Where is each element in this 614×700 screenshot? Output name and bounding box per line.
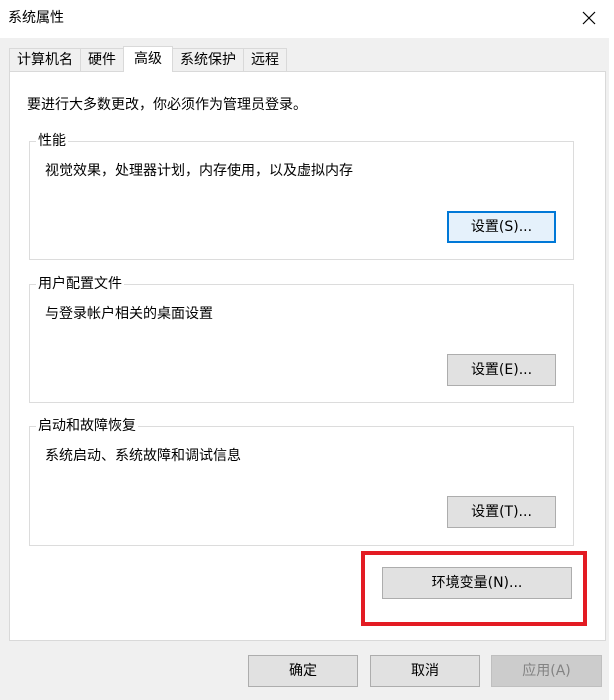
startup-recovery-group-title: 启动和故障恢复 bbox=[36, 417, 138, 435]
tab-hardware[interactable]: 硬件 bbox=[80, 48, 124, 72]
tab-computer-name[interactable]: 计算机名 bbox=[9, 48, 81, 72]
tab-strip: 计算机名 硬件 高级 系统保护 远程 bbox=[9, 46, 287, 72]
tab-advanced[interactable]: 高级 bbox=[123, 46, 173, 72]
close-icon bbox=[582, 11, 596, 25]
apply-button: 应用(A) bbox=[491, 655, 602, 687]
startup-recovery-settings-button[interactable]: 设置(T)... bbox=[447, 496, 556, 528]
user-profiles-description: 与登录帐户相关的桌面设置 bbox=[45, 306, 213, 322]
performance-description: 视觉效果，处理器计划，内存使用，以及虚拟内存 bbox=[45, 163, 353, 179]
window-edge bbox=[609, 0, 614, 700]
ok-button[interactable]: 确定 bbox=[248, 655, 358, 687]
window-title: 系统属性 bbox=[8, 10, 64, 26]
performance-group-title: 性能 bbox=[36, 132, 68, 150]
tab-system-protection[interactable]: 系统保护 bbox=[172, 48, 244, 72]
user-profiles-group-title: 用户配置文件 bbox=[36, 275, 124, 293]
title-bar: 系统属性 bbox=[0, 0, 614, 38]
performance-settings-button[interactable]: 设置(S)... bbox=[447, 211, 556, 243]
close-button[interactable] bbox=[576, 5, 602, 31]
highlight-annotation-box bbox=[361, 551, 587, 626]
user-profiles-settings-button[interactable]: 设置(E)... bbox=[447, 354, 556, 386]
startup-recovery-description: 系统启动、系统故障和调试信息 bbox=[45, 448, 241, 464]
cancel-button[interactable]: 取消 bbox=[370, 655, 480, 687]
admin-note: 要进行大多数更改，你必须作为管理员登录。 bbox=[27, 97, 307, 113]
tab-remote[interactable]: 远程 bbox=[243, 48, 287, 72]
startup-recovery-group: 启动和故障恢复 系统启动、系统故障和调试信息 bbox=[29, 417, 574, 546]
